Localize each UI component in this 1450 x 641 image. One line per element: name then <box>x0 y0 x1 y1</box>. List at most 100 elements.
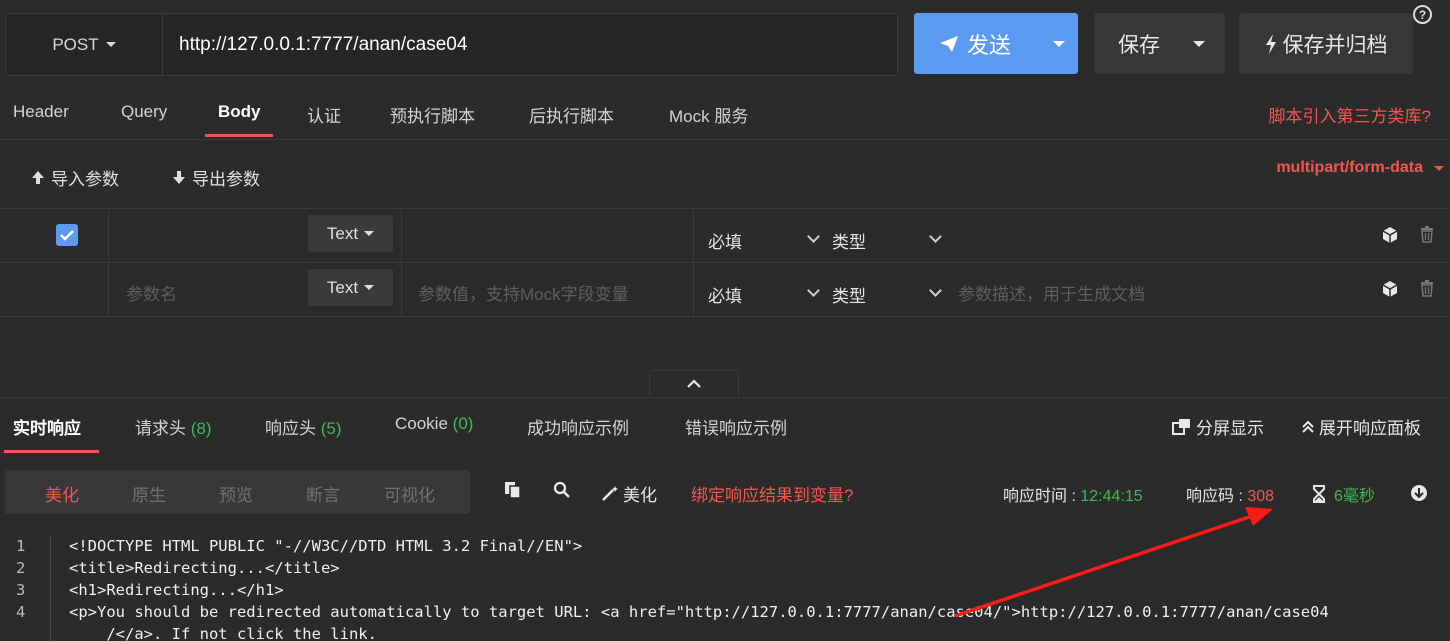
help-icon[interactable]: ? <box>1413 5 1432 24</box>
tab-cookie[interactable]: Cookie (0) <box>395 414 473 434</box>
magic-wand-icon <box>602 486 618 501</box>
save-archive-label: 保存并归档 <box>1282 33 1388 57</box>
chevron-down-icon[interactable] <box>929 230 942 243</box>
response-code: 响应码 : 308 <box>1186 482 1274 506</box>
active-tab-indicator <box>205 134 273 137</box>
copy-icon <box>505 482 521 499</box>
param-enabled-checkbox[interactable] <box>56 224 78 246</box>
trash-icon[interactable] <box>1420 280 1434 297</box>
copy-button[interactable] <box>504 481 521 499</box>
split-view-label: 分屏显示 <box>1196 419 1264 438</box>
param-kind-select[interactable]: 类型 <box>832 228 866 253</box>
line-text: <!DOCTYPE HTML PUBLIC "-//W3C//DTD HTML … <box>69 537 583 555</box>
param-description-input[interactable]: 参数描述，用于生成文档 <box>958 280 1145 305</box>
view-mode-preview[interactable]: 预览 <box>219 481 253 506</box>
cube-icon[interactable] <box>1381 280 1399 298</box>
view-mode-raw[interactable]: 原生 <box>132 481 166 506</box>
cube-icon[interactable] <box>1381 226 1399 244</box>
collapse-panel-handle[interactable] <box>649 370 739 396</box>
chevron-down-icon <box>364 285 375 290</box>
save-and-archive-button[interactable]: 保存并归档 <box>1239 13 1413 74</box>
line-text: /</a>. If not click the link. <box>69 625 377 641</box>
tab-realtime-response[interactable]: 实时响应 <box>13 414 81 439</box>
view-mode-assert[interactable]: 断言 <box>306 481 340 506</box>
check-icon <box>60 230 74 241</box>
double-chevron-up-icon <box>1302 420 1314 433</box>
divider <box>108 263 109 316</box>
response-code-viewer[interactable]: 1 <!DOCTYPE HTML PUBLIC "-//W3C//DTD HTML… <box>0 535 1450 641</box>
expand-panel-label: 展开响应面板 <box>1319 419 1421 438</box>
send-label: 发送 <box>966 32 1011 58</box>
tab-pre-script[interactable]: 预执行脚本 <box>390 102 475 127</box>
tab-auth[interactable]: 认证 <box>307 102 341 127</box>
chevron-up-icon <box>687 379 701 388</box>
bind-response-variable-link[interactable]: 绑定响应结果到变量? <box>691 481 853 506</box>
line-number: 2 <box>16 559 26 577</box>
count-badge: (5) <box>320 419 342 438</box>
content-type-label: multipart/form-data <box>1276 159 1423 176</box>
tab-success-example[interactable]: 成功响应示例 <box>527 414 629 439</box>
search-button[interactable] <box>553 481 570 498</box>
count-badge: (8) <box>190 419 212 438</box>
request-bar: POST http://127.0.0.1:7777/anan/case04 <box>5 13 898 76</box>
param-kind-select[interactable]: 类型 <box>832 282 866 307</box>
url-input[interactable]: http://127.0.0.1:7777/anan/case04 <box>163 14 897 75</box>
divider <box>401 263 402 316</box>
divider <box>108 209 109 262</box>
param-type-select[interactable]: Text <box>308 215 393 252</box>
line-gutter-divider <box>50 535 51 641</box>
tab-mock-service[interactable]: Mock 服务 <box>669 102 748 127</box>
tab-post-script[interactable]: 后执行脚本 <box>529 102 614 127</box>
chevron-down-icon[interactable] <box>929 284 942 297</box>
export-params-button[interactable]: 导出参数 <box>172 165 260 190</box>
param-type-select[interactable]: Text <box>308 269 393 306</box>
response-time-value: 12:44:15 <box>1080 488 1143 505</box>
line-text: <p>You should be redirected automaticall… <box>69 603 1329 621</box>
trash-icon[interactable] <box>1420 226 1434 243</box>
method-select[interactable]: POST <box>6 14 163 75</box>
save-button[interactable]: 保存 <box>1094 13 1225 74</box>
response-duration: 6毫秒 <box>1312 482 1375 506</box>
param-name-input[interactable]: 参数名 <box>126 280 177 305</box>
param-value-input[interactable]: 参数值，支持Mock字段变量 <box>418 280 629 305</box>
chevron-down-icon[interactable] <box>1193 40 1205 47</box>
tab-label: 请求头 <box>135 419 186 438</box>
save-label: 保存 <box>1118 33 1160 57</box>
beautify-button[interactable]: 美化 <box>601 481 657 506</box>
script-library-link[interactable]: 脚本引入第三方类库? <box>1269 102 1431 127</box>
tab-error-example[interactable]: 错误响应示例 <box>685 414 787 439</box>
chevron-down-icon[interactable] <box>807 284 820 297</box>
param-type-label: Text <box>326 277 359 297</box>
split-screen-icon <box>1172 418 1190 435</box>
export-params-label: 导出参数 <box>192 170 260 189</box>
view-mode-beautify[interactable]: 美化 <box>45 481 79 506</box>
search-icon <box>553 481 570 498</box>
param-row: Text 必填 类型 <box>0 209 1450 263</box>
chevron-down-icon <box>1434 165 1444 171</box>
send-main[interactable]: 发送 <box>914 28 1036 60</box>
response-tabs: 实时响应 请求头 (8) 响应头 (5) Cookie (0) 成功响应示例 错… <box>0 397 1450 453</box>
download-icon[interactable] <box>1410 484 1428 502</box>
tab-request-headers[interactable]: 请求头 (8) <box>135 414 212 439</box>
content-type-select[interactable]: multipart/form-data <box>1276 159 1444 177</box>
tab-body[interactable]: Body <box>218 102 261 122</box>
param-type-label: Text <box>326 223 359 243</box>
chevron-down-icon[interactable] <box>807 230 820 243</box>
tab-response-headers[interactable]: 响应头 (5) <box>265 414 342 439</box>
response-time-label: 响应时间 : <box>1003 488 1081 505</box>
line-number: 4 <box>16 603 26 621</box>
hourglass-icon <box>1313 485 1325 503</box>
view-mode-visualize[interactable]: 可视化 <box>384 481 435 506</box>
arrow-up-icon <box>32 171 44 184</box>
divider <box>693 263 694 316</box>
expand-panel-button[interactable]: 展开响应面板 <box>1301 414 1421 439</box>
tab-header[interactable]: Header <box>13 102 69 122</box>
param-required-select[interactable]: 必填 <box>708 228 742 253</box>
split-view-button[interactable]: 分屏显示 <box>1172 414 1264 439</box>
tab-query[interactable]: Query <box>121 102 167 122</box>
response-code-value: 308 <box>1247 488 1275 505</box>
send-button[interactable]: 发送 <box>914 13 1078 74</box>
send-dropdown[interactable] <box>1036 40 1078 47</box>
import-params-button[interactable]: 导入参数 <box>31 165 119 190</box>
param-required-select[interactable]: 必填 <box>708 282 742 307</box>
